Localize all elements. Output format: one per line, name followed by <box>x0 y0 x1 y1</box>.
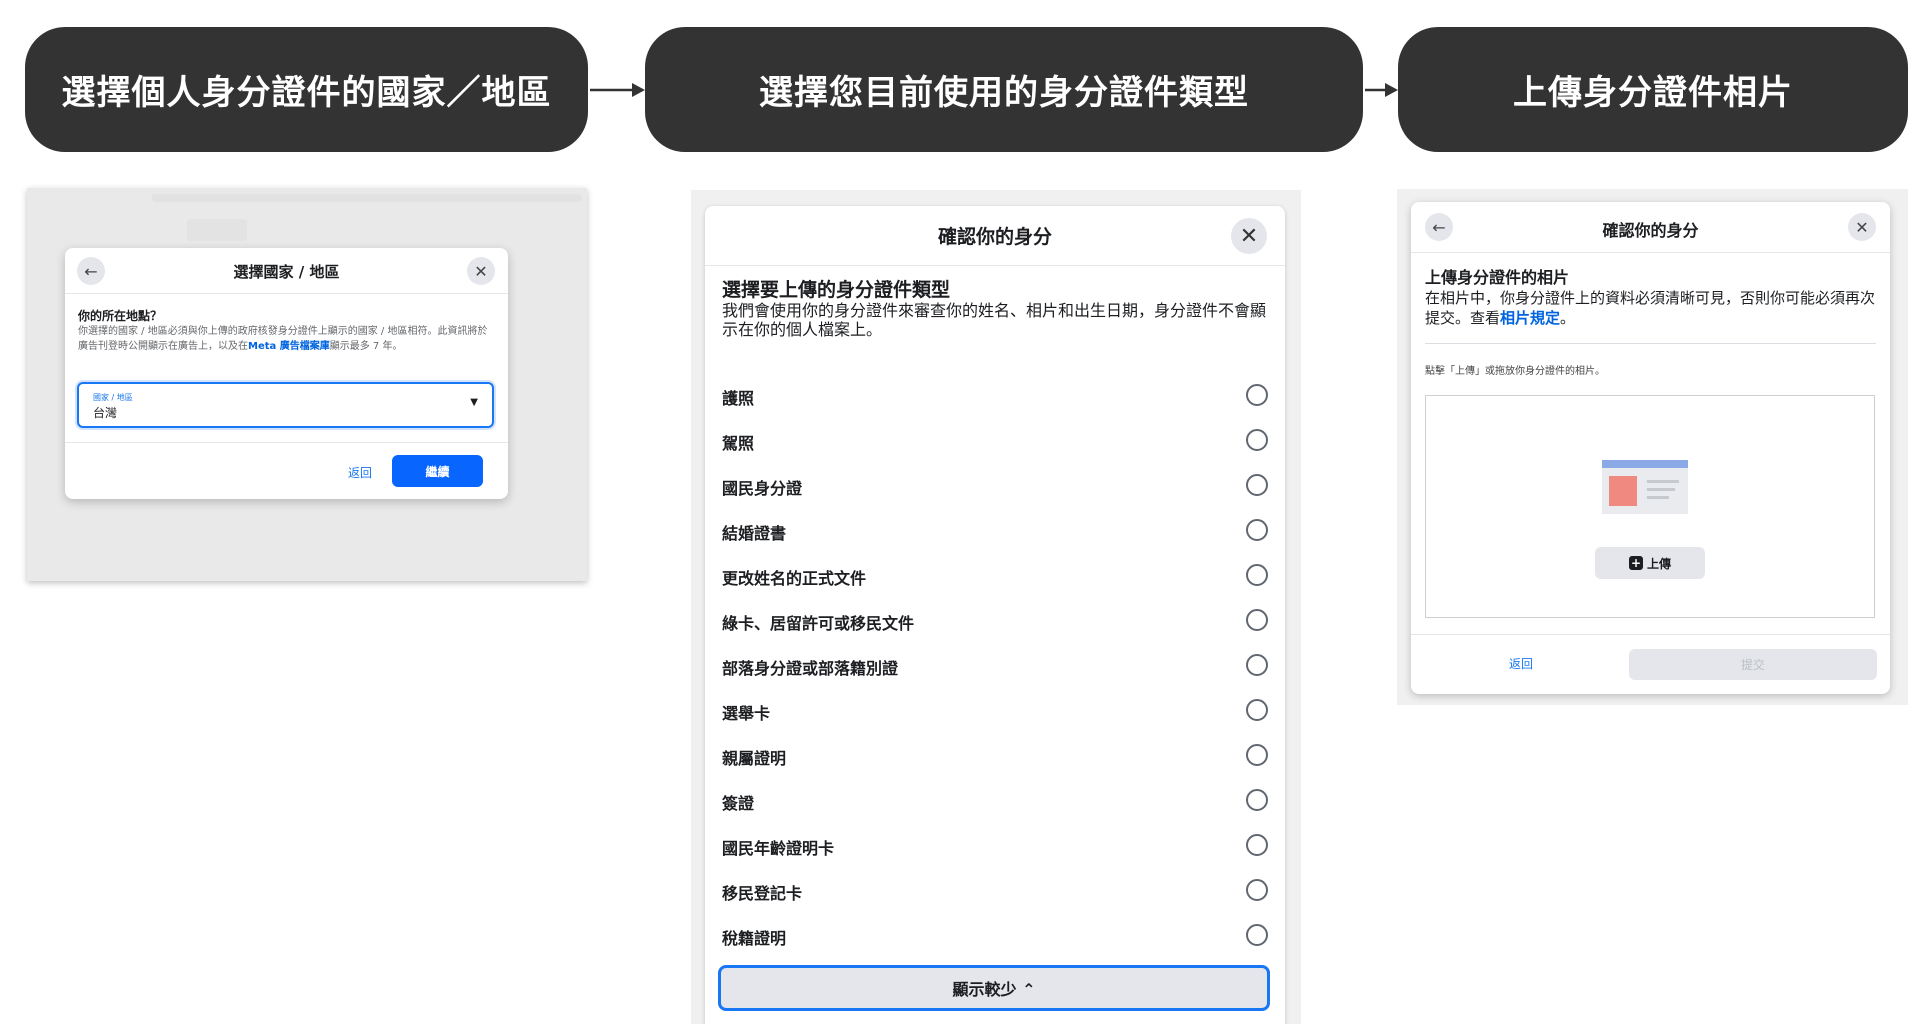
radio-button[interactable] <box>1246 744 1268 766</box>
field-value: 台灣 <box>93 406 118 420</box>
radio-button[interactable] <box>1246 429 1268 451</box>
id-option-name-change-document[interactable]: 更改姓名的正式文件 <box>722 563 1268 588</box>
description-text-end: 。 <box>1560 309 1576 327</box>
back-link[interactable]: 返回 <box>348 464 372 481</box>
id-option-immigrant-registration[interactable]: 移民登記卡 <box>722 878 1268 903</box>
upload-hint: 點擊「上傳」或拖放你身分證件的相片。 <box>1425 366 1605 377</box>
option-label: 結婚證書 <box>722 524 787 543</box>
step-2-header: 選擇您目前使用的身分證件類型 <box>645 27 1363 152</box>
dialog-header: 確認你的身分 ✕ <box>705 206 1285 266</box>
id-option-tax-certificate[interactable]: 稅籍證明 <box>722 923 1268 948</box>
country-dialog: ← 選擇國家 / 地區 ✕ 你的所在地點？ 你選擇的國家 / 地區必須與你上傳的… <box>65 248 508 499</box>
id-line-icon <box>1647 496 1669 499</box>
close-icon[interactable]: ✕ <box>467 257 495 285</box>
radio-button[interactable] <box>1246 924 1268 946</box>
location-question: 你的所在地點？ <box>78 309 163 323</box>
radio-button[interactable] <box>1246 519 1268 541</box>
radio-button[interactable] <box>1246 789 1268 811</box>
dialog-title: 確認你的身分 <box>1602 221 1699 240</box>
location-description: 你選擇的國家 / 地區必須與你上傳的政府核發身分證件上顯示的國家 / 地區相符。… <box>78 324 493 354</box>
dialog-title: 選擇國家 / 地區 <box>233 263 340 281</box>
radio-button[interactable] <box>1246 384 1268 406</box>
upload-button[interactable]: + 上傳 <box>1595 547 1705 579</box>
option-label: 部落身分證或部落籍別證 <box>722 659 899 678</box>
dialog-title: 確認你的身分 <box>937 226 1052 248</box>
id-line-icon <box>1647 488 1675 491</box>
option-label: 護照 <box>722 389 755 408</box>
option-label: 國民身分證 <box>722 479 803 498</box>
close-icon[interactable]: ✕ <box>1231 218 1267 254</box>
submit-button[interactable]: 提交 <box>1629 649 1877 680</box>
radio-button[interactable] <box>1246 834 1268 856</box>
continue-button[interactable]: 繼續 <box>392 455 483 487</box>
id-option-marriage-certificate[interactable]: 結婚證書 <box>722 518 1268 543</box>
field-label: 國家 / 地區 <box>93 393 133 402</box>
id-type-screenshot: 確認你的身分 ✕ 選擇要上傳的身分證件類型 我們會使用你的身分證件來審查你的姓名… <box>691 190 1301 1024</box>
close-icon[interactable]: ✕ <box>1848 213 1876 241</box>
option-label: 選舉卡 <box>722 704 771 723</box>
radio-button[interactable] <box>1246 879 1268 901</box>
id-line-icon <box>1647 480 1679 483</box>
radio-button[interactable] <box>1246 564 1268 586</box>
radio-button[interactable] <box>1246 654 1268 676</box>
id-option-green-card[interactable]: 綠卡、居留許可或移民文件 <box>722 608 1268 633</box>
upload-label: 上傳 <box>1646 556 1671 571</box>
show-less-button[interactable]: 顯示較少 ⌃ <box>718 965 1270 1011</box>
background-text-placeholder <box>152 194 582 202</box>
caret-down-icon: ▼ <box>470 397 478 408</box>
country-select-field[interactable]: 國家 / 地區 台灣 ▼ <box>77 382 494 428</box>
id-option-passport[interactable]: 護照 <box>722 383 1268 408</box>
option-label: 親屬證明 <box>722 749 787 768</box>
back-link[interactable]: 返回 <box>1509 655 1533 672</box>
divider <box>1411 634 1890 635</box>
option-label: 稅籍證明 <box>722 929 787 948</box>
section-description: 我們會使用你的身分證件來審查你的姓名、相片和出生日期，身分證件不會顯示在你的個人… <box>722 301 1267 339</box>
divider <box>1425 343 1876 344</box>
flow-arrow-2 <box>1365 83 1398 97</box>
photo-drop-zone[interactable]: + 上傳 <box>1425 395 1875 618</box>
description-text: 在相片中，你身分證件上的資料必須清晰可見，否則你可能必須再次提交。查看 <box>1425 289 1876 327</box>
option-label: 移民登記卡 <box>722 884 803 903</box>
id-type-dialog: 確認你的身分 ✕ 選擇要上傳的身分證件類型 我們會使用你的身分證件來審查你的姓名… <box>705 206 1285 1024</box>
divider <box>65 442 508 443</box>
step-1-header: 選擇個人身分證件的國家／地區 <box>25 27 588 152</box>
section-description: 在相片中，你身分證件上的資料必須清晰可見，否則你可能必須再次提交。查看相片規定。 <box>1425 288 1875 328</box>
id-option-drivers-license[interactable]: 駕照 <box>722 428 1268 453</box>
upload-photo-screenshot: ← 確認你的身分 ✕ 上傳身分證件的相片 在相片中，你身分證件上的資料必須清晰可… <box>1397 189 1908 705</box>
country-select-screenshot: ← 選擇國家 / 地區 ✕ 你的所在地點？ 你選擇的國家 / 地區必須與你上傳的… <box>27 188 587 581</box>
radio-button[interactable] <box>1246 474 1268 496</box>
dialog-header: ← 選擇國家 / 地區 ✕ <box>65 248 508 294</box>
flow-arrow-1 <box>590 83 645 97</box>
id-option-visa[interactable]: 簽證 <box>722 788 1268 813</box>
ad-library-link[interactable]: Meta 廣告檔案庫 <box>248 341 330 352</box>
plus-icon: + <box>1628 556 1643 570</box>
id-photo-icon <box>1609 476 1637 506</box>
option-label: 國民年齡證明卡 <box>722 839 835 858</box>
description-text-end: 顯示最多 7 年。 <box>329 341 403 352</box>
dialog-header: ← 確認你的身分 ✕ <box>1411 202 1890 253</box>
id-card-icon <box>1602 460 1688 514</box>
option-label: 更改姓名的正式文件 <box>722 569 867 588</box>
option-label: 綠卡、居留許可或移民文件 <box>722 614 915 633</box>
id-option-voter-card[interactable]: 選舉卡 <box>722 698 1268 723</box>
radio-button[interactable] <box>1246 609 1268 631</box>
option-label: 駕照 <box>722 434 755 453</box>
section-heading: 選擇要上傳的身分證件類型 <box>722 279 951 301</box>
id-option-age-card[interactable]: 國民年齡證明卡 <box>722 833 1268 858</box>
id-option-tribal-id[interactable]: 部落身分證或部落籍別證 <box>722 653 1268 678</box>
section-heading: 上傳身分證件的相片 <box>1425 268 1570 287</box>
option-label: 簽證 <box>722 794 755 813</box>
background-text-placeholder <box>187 219 247 241</box>
id-option-kinship-certificate[interactable]: 親屬證明 <box>722 743 1268 768</box>
id-option-national-id[interactable]: 國民身分證 <box>722 473 1268 498</box>
step-3-header: 上傳身分證件相片 <box>1398 27 1908 152</box>
radio-button[interactable] <box>1246 699 1268 721</box>
upload-dialog: ← 確認你的身分 ✕ 上傳身分證件的相片 在相片中，你身分證件上的資料必須清晰可… <box>1411 202 1890 694</box>
photo-requirements-link[interactable]: 相片規定 <box>1500 309 1560 327</box>
